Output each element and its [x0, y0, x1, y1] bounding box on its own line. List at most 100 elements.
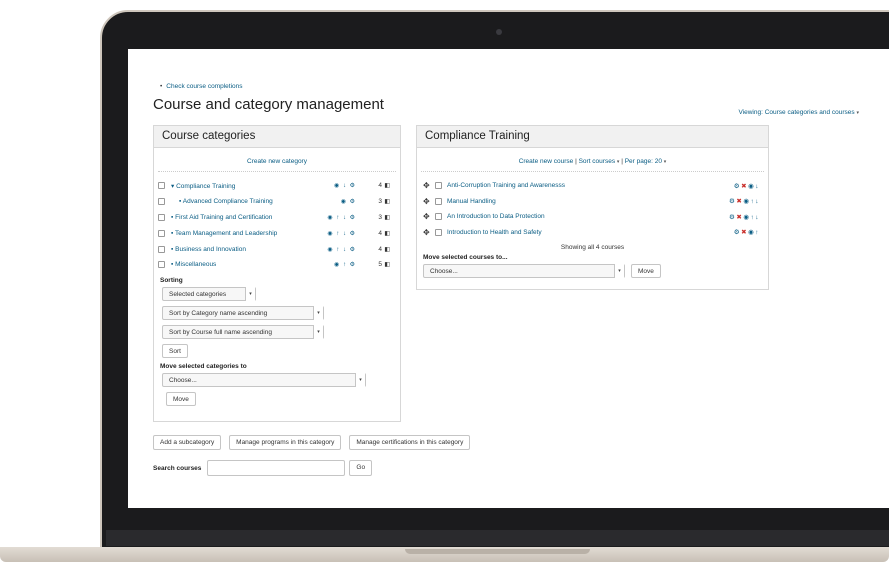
course-name[interactable]: Manual Handling [447, 198, 496, 205]
select-arrow-icon: ▾ [245, 286, 255, 301]
sort-category-select[interactable]: Sort by Category name ascending ▾ [162, 305, 324, 320]
course-row[interactable]: ✥ Anti-Corruption Training and Awareness… [417, 178, 768, 194]
course-row[interactable]: ✥ An Introduction to Data Protection ⚙✖◉… [417, 209, 768, 225]
category-name[interactable]: ▪ Advanced Compliance Training [179, 198, 273, 205]
per-page-link[interactable]: Per page: 20 [625, 158, 662, 165]
category-checkbox[interactable] [158, 229, 165, 237]
category-row[interactable]: ▪ Advanced Compliance Training ◉ ⚙ 3 ◧ [154, 194, 400, 210]
category-label[interactable]: First Aid Training and Certification [175, 214, 272, 221]
caret-down-icon: ▾ [663, 159, 667, 165]
category-label[interactable]: Team Management and Leadership [175, 230, 277, 237]
course-row[interactable]: ✥ Manual Handling ⚙✖◉↑↓ [417, 194, 768, 210]
category-checkbox[interactable] [158, 261, 165, 269]
move-handle-icon[interactable]: ✥ [423, 197, 430, 206]
category-name[interactable]: ▪ First Aid Training and Certification [171, 214, 272, 221]
manage-certifications-button[interactable]: Manage certifications in this category [349, 435, 471, 450]
eye-icon[interactable]: ◉ [743, 214, 750, 221]
divider [158, 171, 396, 172]
select-value: Selected categories [169, 290, 227, 298]
viewing-label: Viewing: Course categories and courses [738, 109, 855, 116]
category-row[interactable]: ▪ Team Management and Leadership ◉ ↑ ↓ ⚙… [154, 225, 400, 241]
sort-courses-link[interactable]: Sort courses [579, 158, 616, 165]
category-name[interactable]: ▪ Miscellaneous [171, 261, 216, 268]
sort-course-select[interactable]: Sort by Course full name ascending ▾ [162, 324, 324, 339]
cube-icon: ◧ [384, 199, 390, 206]
arrow-down-icon[interactable]: ↓ [755, 214, 760, 221]
category-checkbox[interactable] [158, 213, 165, 221]
manage-programs-button[interactable]: Manage programs in this category [229, 435, 342, 450]
course-actions-icons[interactable]: ⚙✖◉↓ [734, 182, 760, 190]
category-name[interactable]: ▪ Business and Innovation [171, 246, 246, 253]
move-courses-row: Choose... ▾ Move [423, 264, 768, 278]
go-button[interactable]: Go [349, 460, 373, 476]
search-courses-form: Search courses Go [153, 460, 373, 476]
course-row[interactable]: ✥ Introduction to Health and Safety ⚙✖◉↑ [417, 225, 768, 241]
category-name[interactable]: ▾ Compliance Training [171, 182, 235, 190]
move-handle-icon[interactable]: ✥ [423, 181, 430, 190]
move-handle-icon[interactable]: ✥ [423, 228, 430, 237]
search-input[interactable] [207, 460, 346, 476]
category-label[interactable]: Compliance Training [176, 183, 235, 190]
category-actions-icons[interactable]: ◉ ↑ ↓ ⚙ [327, 214, 356, 221]
viewing-select[interactable]: Viewing: Course categories and courses ▾ [738, 109, 859, 116]
category-actions-icons[interactable]: ◉ ↑ ↓ ⚙ [327, 230, 356, 237]
category-actions-icons[interactable]: ◉ ⚙ [341, 198, 356, 205]
course-count: 4 [378, 245, 382, 253]
category-row[interactable]: ▪ Miscellaneous ◉ ↑ ⚙ 5 ◧ [154, 257, 400, 273]
arrow-down-icon[interactable]: ↓ [755, 198, 760, 205]
create-course-link[interactable]: Create new course [519, 158, 574, 165]
course-name[interactable]: Introduction to Health and Safety [447, 229, 542, 236]
category-name[interactable]: ▪ Team Management and Leadership [171, 230, 277, 237]
arrow-up-icon[interactable]: ↑ [755, 229, 760, 236]
showing-count: Showing all 4 courses [560, 244, 625, 251]
category-row[interactable]: ▪ Business and Innovation ◉ ↑ ↓ ⚙ 4 ◧ [154, 241, 400, 257]
sorting-label: Sorting [160, 276, 183, 284]
course-checkbox[interactable] [435, 197, 442, 205]
move-categories-button[interactable]: Move [166, 391, 196, 406]
courses-heading: Compliance Training [417, 126, 768, 148]
caret-down-icon: ▾ [856, 110, 859, 116]
category-row[interactable]: ▾ Compliance Training ◉ ↓ ⚙ 4 ◧ [154, 178, 400, 194]
sorting-scope-select[interactable]: Selected categories ▾ [162, 286, 256, 301]
course-count: 3 [378, 198, 382, 206]
course-count: 5 [378, 261, 382, 269]
arrow-down-icon[interactable]: ↓ [755, 183, 760, 190]
course-actions-icons[interactable]: ⚙✖◉↑↓ [729, 213, 760, 221]
divider [421, 171, 764, 172]
course-checkbox[interactable] [435, 182, 442, 190]
course-name[interactable]: Anti-Corruption Training and Awarenesss [447, 182, 565, 189]
add-subcategory-button[interactable]: Add a subcategory [153, 435, 222, 450]
check-completions-link[interactable]: Check course completions [160, 83, 242, 90]
select-value: Sort by Category name ascending [169, 309, 268, 317]
category-actions-icons[interactable]: ◉ ↓ ⚙ [334, 182, 356, 189]
course-checkbox[interactable] [435, 213, 442, 221]
camera-icon [496, 29, 502, 35]
eye-icon[interactable]: ◉ [743, 198, 750, 205]
course-actions-icons[interactable]: ⚙✖◉↑↓ [729, 197, 760, 205]
select-arrow-icon: ▾ [313, 324, 323, 339]
category-checkbox[interactable] [158, 245, 165, 253]
create-category-link[interactable]: Create new category [154, 158, 400, 165]
cube-icon: ◧ [384, 230, 390, 237]
category-row[interactable]: ▪ First Aid Training and Certification ◉… [154, 210, 400, 226]
course-actions-icons[interactable]: ⚙✖◉↑ [734, 228, 760, 236]
move-categories-select[interactable]: Choose... ▾ [162, 372, 366, 387]
select-value: Choose... [430, 268, 458, 275]
category-checkbox[interactable] [158, 198, 165, 206]
category-label[interactable]: Advanced Compliance Training [183, 198, 273, 205]
category-checkbox[interactable] [158, 182, 165, 190]
category-actions-icons[interactable]: ◉ ↑ ↓ ⚙ [327, 246, 356, 253]
course-checkbox[interactable] [435, 228, 442, 236]
course-name[interactable]: An Introduction to Data Protection [447, 213, 545, 220]
course-count: 3 [378, 213, 382, 221]
select-arrow-icon: ▾ [355, 372, 365, 387]
sort-button[interactable]: Sort [162, 343, 188, 358]
move-courses-select[interactable]: Choose... ▾ [423, 264, 625, 278]
category-label[interactable]: Business and Innovation [175, 246, 246, 253]
move-courses-button[interactable]: Move [631, 264, 661, 278]
category-label[interactable]: Miscellaneous [175, 261, 216, 268]
categories-heading: Course categories [154, 126, 400, 148]
cube-icon: ◧ [384, 262, 390, 269]
category-actions-icons[interactable]: ◉ ↑ ⚙ [334, 261, 356, 268]
move-handle-icon[interactable]: ✥ [423, 212, 430, 221]
